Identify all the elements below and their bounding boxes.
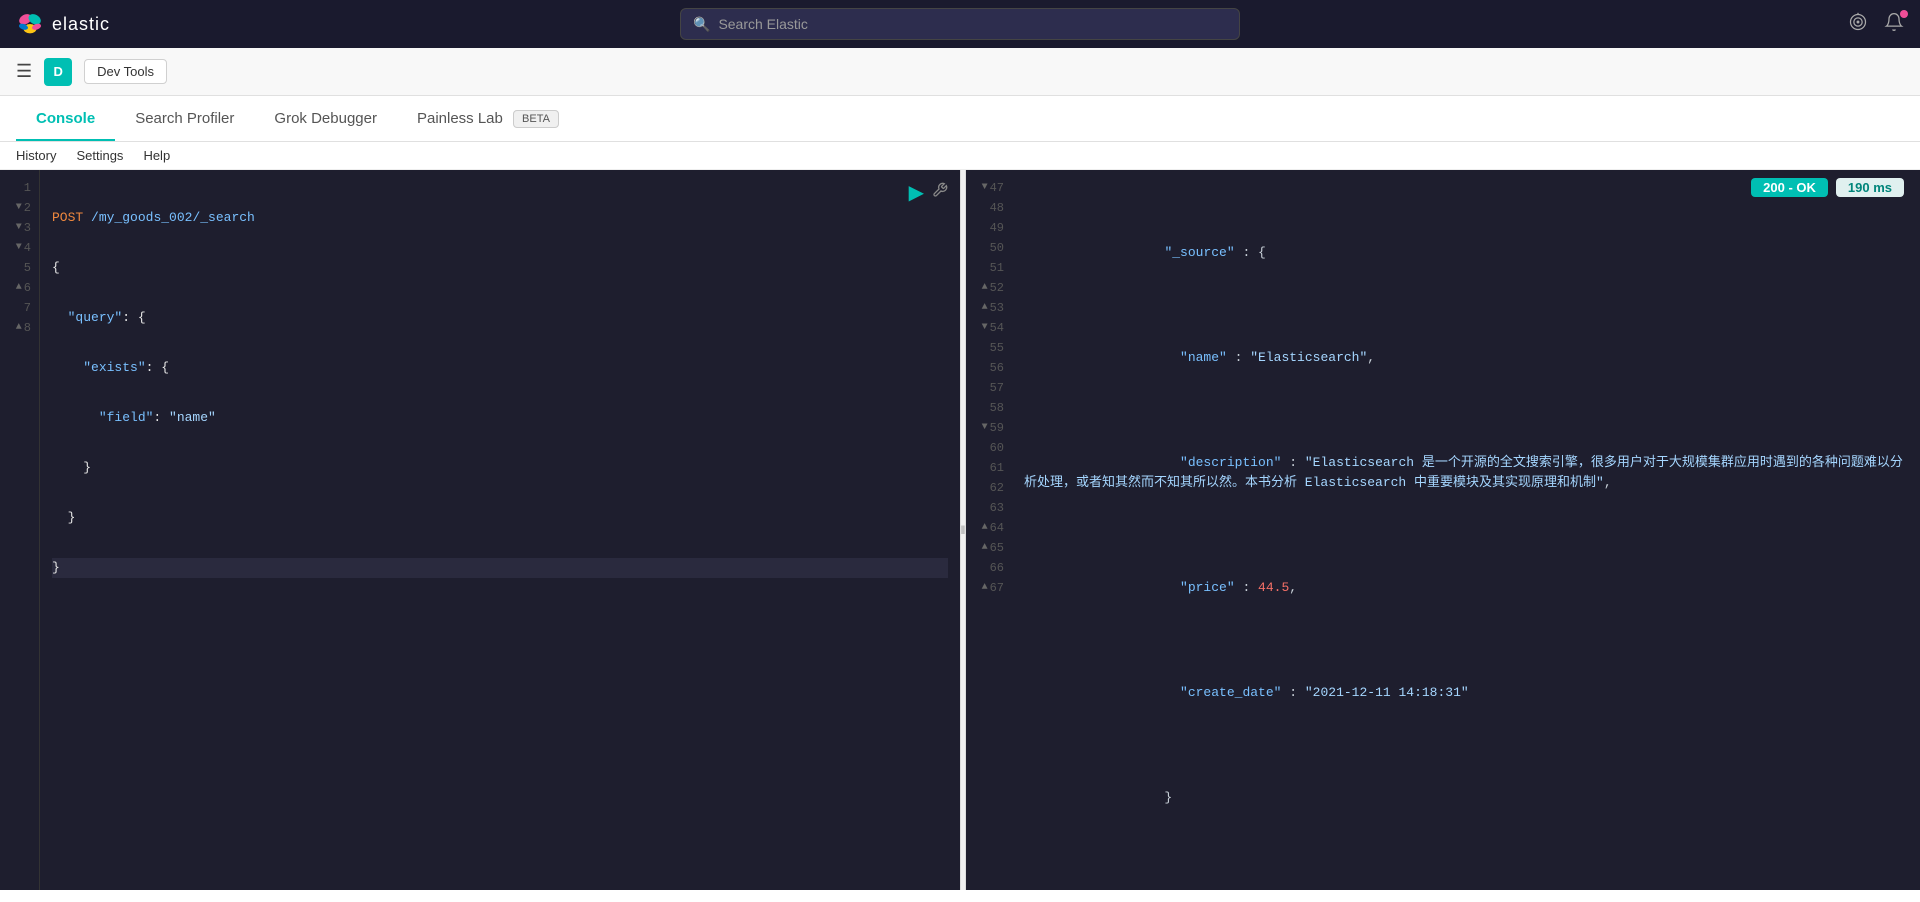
code-line-1: POST /my_goods_002/_search — [52, 208, 948, 228]
method-keyword: POST — [52, 208, 83, 228]
elastic-logo-text: elastic — [52, 14, 110, 35]
status-time-badge: 190 ms — [1836, 178, 1904, 197]
resp-ln-67: ▲67 — [966, 578, 1012, 598]
bell-icon[interactable] — [1884, 12, 1904, 37]
resp-ln-50: 50 — [966, 238, 1012, 258]
resp-ln-49: 49 — [966, 218, 1012, 238]
resp-line-51: "create_date" : "2021-12-11 14:18:31" — [1024, 663, 1908, 723]
resp-ln-51: 51 — [966, 258, 1012, 278]
line-number-7: 7 — [0, 298, 39, 318]
resp-ln-59: ▼59 — [966, 418, 1012, 438]
help-button[interactable]: Help — [143, 148, 170, 163]
fold-59[interactable]: ▼ — [978, 418, 988, 438]
tab-painless-lab[interactable]: Painless Lab BETA — [397, 96, 579, 141]
line-number-8: ▲ 8 — [0, 318, 39, 338]
resp-ln-52: ▲52 — [966, 278, 1012, 298]
search-placeholder: Search Elastic — [718, 16, 807, 32]
fold-arrow-6[interactable]: ▲ — [12, 278, 22, 298]
editor-panel: 1 ▼ 2 ▼ 3 ▼ 4 5 ▲ — [0, 170, 960, 890]
resp-ln-54: ▼54 — [966, 318, 1012, 338]
fold-arrow-3[interactable]: ▼ — [12, 218, 22, 238]
wrench-button[interactable] — [932, 182, 948, 203]
elastic-logo: elastic — [16, 10, 110, 38]
resp-ln-57: 57 — [966, 378, 1012, 398]
resp-ln-56: 56 — [966, 358, 1012, 378]
response-panel: 200 - OK 190 ms ▼47 48 49 50 51 ▲52 ▲53 … — [966, 170, 1920, 890]
editor-content[interactable]: 1 ▼ 2 ▼ 3 ▼ 4 5 ▲ — [0, 170, 960, 890]
code-line-4: "exists" : { — [52, 358, 948, 378]
code-line-2: { — [52, 258, 948, 278]
fold-54[interactable]: ▼ — [978, 318, 988, 338]
code-line-8: } — [52, 558, 948, 578]
resp-line-52: } — [1024, 768, 1908, 828]
elastic-logo-icon — [16, 10, 44, 38]
status-ok-badge: 200 - OK — [1751, 178, 1828, 197]
tab-grok-debugger[interactable]: Grok Debugger — [254, 96, 397, 141]
resp-ln-55: 55 — [966, 338, 1012, 358]
fold-67[interactable]: ▲ — [978, 578, 988, 598]
resp-line-48: "name" : "Elasticsearch", — [1024, 328, 1908, 388]
resp-ln-65: ▲65 — [966, 538, 1012, 558]
search-bar[interactable]: 🔍 Search Elastic — [680, 8, 1240, 40]
history-button[interactable]: History — [16, 148, 56, 163]
resp-ln-64: ▲64 — [966, 518, 1012, 538]
fold-64[interactable]: ▲ — [978, 518, 988, 538]
toolbar: History Settings Help — [0, 142, 1920, 170]
line-number-2: ▼ 2 — [0, 198, 39, 218]
radar-icon[interactable] — [1848, 12, 1868, 37]
search-icon: 🔍 — [693, 16, 710, 33]
dev-tools-button[interactable]: Dev Tools — [84, 59, 167, 84]
resp-ln-66: 66 — [966, 558, 1012, 578]
editor-line-numbers: 1 ▼ 2 ▼ 3 ▼ 4 5 ▲ — [0, 170, 40, 890]
top-nav: elastic 🔍 Search Elastic — [0, 0, 1920, 48]
code-line-6: } — [52, 458, 948, 478]
fold-arrow-2[interactable]: ▼ — [12, 198, 22, 218]
fold-65[interactable]: ▲ — [978, 538, 988, 558]
tab-search-profiler[interactable]: Search Profiler — [115, 96, 254, 141]
fold-arrow-4[interactable]: ▼ — [12, 238, 22, 258]
fold-arrow-8[interactable]: ▲ — [12, 318, 22, 338]
resp-ln-63: 63 — [966, 498, 1012, 518]
second-bar: ☰ D Dev Tools — [0, 48, 1920, 96]
resp-line-50: "price" : 44.5, — [1024, 558, 1908, 618]
resp-line-53: }, — [1024, 873, 1908, 890]
response-code-area: "_source" : { "name" : "Elasticsearch", … — [1012, 170, 1920, 890]
resp-ln-47: ▼47 — [966, 178, 1012, 198]
nav-icons — [1848, 12, 1904, 37]
editor-actions: ▶ — [909, 180, 948, 205]
status-bar: 200 - OK 190 ms — [1735, 170, 1920, 205]
line-number-3: ▼ 3 — [0, 218, 39, 238]
main-content: 1 ▼ 2 ▼ 3 ▼ 4 5 ▲ — [0, 170, 1920, 890]
user-avatar: D — [44, 58, 72, 86]
hamburger-button[interactable]: ☰ — [16, 61, 32, 82]
fold-53[interactable]: ▲ — [978, 298, 988, 318]
settings-button[interactable]: Settings — [76, 148, 123, 163]
line-number-4: ▼ 4 — [0, 238, 39, 258]
response-line-numbers: ▼47 48 49 50 51 ▲52 ▲53 ▼54 55 56 57 58 — [966, 170, 1012, 890]
fold-52[interactable]: ▲ — [978, 278, 988, 298]
resp-ln-53: ▲53 — [966, 298, 1012, 318]
resp-ln-62: 62 — [966, 478, 1012, 498]
resp-ln-60: 60 — [966, 438, 1012, 458]
response-content[interactable]: ▼47 48 49 50 51 ▲52 ▲53 ▼54 55 56 57 58 — [966, 170, 1920, 890]
code-line-3: "query" : { — [52, 308, 948, 328]
tab-console[interactable]: Console — [16, 96, 115, 141]
code-line-7: } — [52, 508, 948, 528]
fold-47[interactable]: ▼ — [978, 178, 988, 198]
resp-line-49: "description" : "Elasticsearch 是一个开源的全文搜… — [1024, 433, 1908, 513]
beta-badge: BETA — [513, 110, 559, 128]
tabs-bar: Console Search Profiler Grok Debugger Pa… — [0, 96, 1920, 142]
line-number-1: 1 — [0, 178, 39, 198]
line-number-5: 5 — [0, 258, 39, 278]
resp-ln-61: 61 — [966, 458, 1012, 478]
code-line-5: "field" : "name" — [52, 408, 948, 428]
resp-ln-48: 48 — [966, 198, 1012, 218]
resp-line-47: "_source" : { — [1024, 223, 1908, 283]
code-area[interactable]: POST /my_goods_002/_search { "query" : {… — [40, 170, 960, 890]
resp-ln-58: 58 — [966, 398, 1012, 418]
run-button[interactable]: ▶ — [909, 180, 924, 205]
path-value: /my_goods_002/_search — [91, 208, 255, 228]
line-number-6: ▲ 6 — [0, 278, 39, 298]
